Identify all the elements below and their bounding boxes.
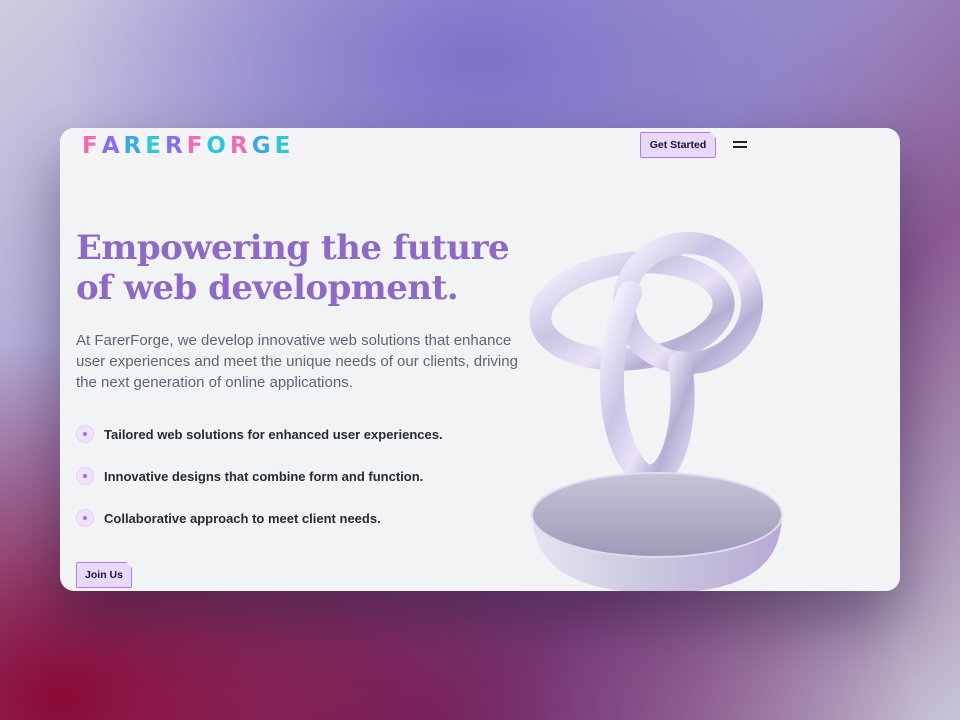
hamburger-icon[interactable] (733, 140, 747, 149)
hero-description: At FarerForge, we develop innovative web… (76, 332, 518, 391)
logo-letter: E (145, 133, 163, 159)
logo-letter: R (123, 133, 144, 159)
logo-letter: F (82, 133, 100, 159)
get-started-button[interactable]: Get Started (640, 131, 717, 158)
logo-letter: O (206, 133, 228, 159)
logo-letter: E (274, 133, 293, 159)
feature-text: Collaborative approach to meet client ne… (104, 510, 381, 526)
logo-letter: R (164, 133, 185, 159)
feature-item: Tailored web solutions for enhanced user… (76, 424, 443, 444)
headline-line-1: Empowering the future (76, 228, 510, 268)
farerforge-logo[interactable]: F A R E R F O R G E (82, 133, 292, 159)
pedestal-bowl (531, 472, 783, 591)
bullet-dot-icon (76, 467, 94, 485)
bullet-dot-icon (76, 509, 94, 527)
feature-text: Innovative designs that combine form and… (104, 468, 424, 484)
logo-letter: A (101, 133, 122, 159)
logo-letter: F (186, 133, 205, 159)
feature-text: Tailored web solutions for enhanced user… (104, 426, 443, 442)
bullet-dot-icon (76, 425, 94, 443)
knot-shape (529, 232, 763, 489)
feature-item: Collaborative approach to meet client ne… (76, 508, 443, 528)
join-us-button[interactable]: Join Us (76, 561, 133, 588)
feature-list: Tailored web solutions for enhanced user… (76, 424, 443, 550)
hero-headline: Empowering the future of web development… (76, 228, 536, 308)
feature-item: Innovative designs that combine form and… (76, 466, 443, 486)
logo-letter: R (229, 133, 250, 159)
landing-card: F A R E R F O R G E Get Started Empoweri… (60, 128, 900, 591)
logo-letter: G (251, 133, 273, 159)
headline-line-2: of web development. (76, 268, 459, 308)
top-navigation: F A R E R F O R G E Get Started (60, 128, 900, 180)
knot-sculpture-illustration (529, 232, 783, 591)
